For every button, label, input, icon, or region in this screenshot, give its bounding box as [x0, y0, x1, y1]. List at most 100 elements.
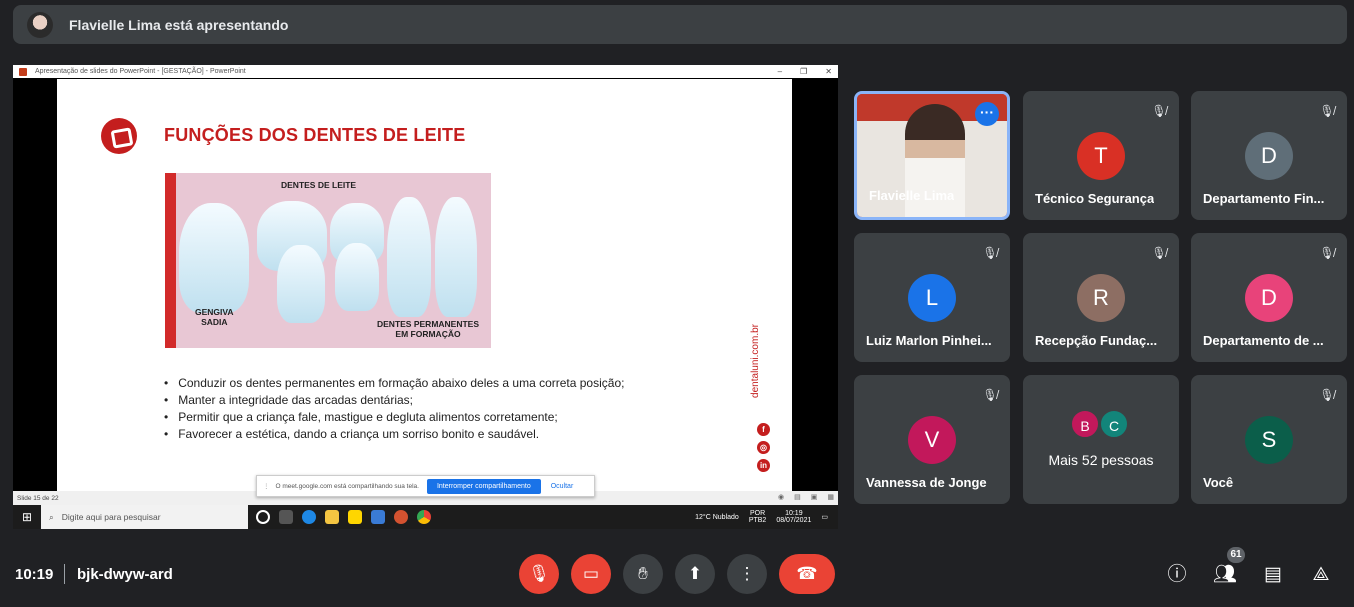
slide-counter: Slide 15 de 22: [17, 494, 59, 502]
search-icon: ⌕: [49, 511, 54, 522]
participant-name: Técnico Segurança: [1035, 191, 1155, 206]
hang-up-icon: ☎︎: [796, 564, 818, 583]
mic-off-icon: 🎙︎̸: [1319, 246, 1335, 260]
more-participants-tile[interactable]: B C Mais 52 pessoas: [1023, 375, 1179, 504]
activities-button[interactable]: ⟁: [1308, 562, 1334, 588]
weather-text: 12°C Nublado: [695, 513, 739, 521]
powerpoint-icon: [19, 67, 27, 76]
participant-count-badge: 61: [1227, 547, 1245, 563]
participant-name: Recepção Fundaç...: [1035, 333, 1158, 348]
present-icon: ⬆: [687, 564, 703, 583]
restore-icon: ❐: [800, 67, 808, 76]
avatar: D: [1245, 132, 1293, 180]
share-notice: ⋮ O meet.google.com está compartilhando …: [256, 475, 595, 497]
participant-tile-flavielle[interactable]: ··· Flavielle Lima: [854, 91, 1010, 220]
sticky-notes-icon: [348, 510, 362, 524]
more-people-label: Mais 52 pessoas: [1048, 452, 1154, 468]
view-icon: ▣: [810, 494, 818, 501]
participant-name: Você: [1203, 475, 1234, 490]
avatar: T: [1077, 132, 1125, 180]
website-text: dentaluni.com.br: [750, 324, 761, 398]
avatar: V: [908, 416, 956, 464]
participant-name: Vannessa de Jonge: [866, 475, 987, 490]
label-dentes-permanentes: DENTES PERMANENTES EM FORMAÇÃO: [377, 319, 480, 339]
camera-off-button[interactable]: ▭: [571, 554, 611, 594]
taskview-icon: [279, 510, 293, 524]
chat-icon: ▤: [1264, 564, 1282, 585]
present-button[interactable]: ⬆: [675, 554, 715, 594]
hand-icon: ✋︎: [638, 564, 648, 583]
presenting-text: Flavielle Lima está apresentando: [69, 16, 289, 33]
divider: [64, 564, 65, 584]
meeting-code: bjk-dwyw-ard: [77, 566, 173, 583]
slide-title: FUNÇÕES DOS DENTES DE LEITE: [164, 125, 466, 145]
system-clock: 10:19 08/07/2021: [776, 510, 812, 524]
avatar: L: [908, 274, 956, 322]
participant-name: Flavielle Lima: [869, 188, 955, 203]
more-options-button[interactable]: ⋮: [727, 554, 767, 594]
teeth-illustration: DENTES DE LEITE GENGIVA SADIA DENTES PER…: [165, 173, 491, 348]
more-vert-icon: ⋮: [738, 564, 756, 583]
avatar: D: [1245, 274, 1293, 322]
windows-start-icon: ⊞: [21, 510, 33, 524]
mic-off-button[interactable]: 🎙︎: [519, 554, 559, 594]
mic-off-icon: 🎙︎̸: [1151, 246, 1167, 260]
participant-tile[interactable]: 🎙︎̸ L Luiz Marlon Pinhei...: [854, 233, 1010, 362]
participant-tile[interactable]: 🎙︎̸ R Recepção Fundaç...: [1023, 233, 1179, 362]
chrome-icon: [417, 510, 431, 524]
hide-button: Ocultar: [550, 482, 574, 490]
presenting-banner: Flavielle Lima está apresentando: [13, 5, 1347, 44]
label-dentes-leite: DENTES DE LEITE: [281, 180, 357, 190]
notification-icon: ▭: [821, 514, 828, 521]
mic-off-icon: 🎙︎̸: [1319, 104, 1335, 118]
info-icon: ⓘ: [1167, 564, 1187, 585]
raise-hand-button[interactable]: ✋︎: [623, 554, 663, 594]
leave-call-button[interactable]: ☎︎: [779, 554, 835, 594]
taskbar-search: ⌕ Digite aqui para pesquisar: [41, 505, 248, 529]
language-indicator: POR PTB2: [748, 510, 767, 524]
mic-off-icon: 🎙︎̸: [1319, 388, 1335, 402]
people-button[interactable]: 👥︎: [1212, 562, 1238, 588]
drag-handle-icon: ⋮: [263, 483, 270, 490]
minimize-icon: –: [777, 67, 783, 76]
participant-tile[interactable]: 🎙︎̸ D Departamento Fin...: [1191, 91, 1347, 220]
avatar: B: [1070, 409, 1100, 439]
participant-tile[interactable]: 🎙︎̸ V Vannessa de Jonge: [854, 375, 1010, 504]
label-gengiva: GENGIVA SADIA: [195, 307, 234, 327]
avatar: C: [1099, 409, 1129, 439]
view-icon: ▦: [827, 494, 834, 501]
view-icon: ▤: [794, 494, 801, 501]
slide: FUNÇÕES DOS DENTES DE LEITE DENTES DE LE…: [57, 79, 792, 491]
powerpoint-taskbar-icon: [394, 510, 408, 524]
mic-off-icon: 🎙︎̸: [982, 246, 998, 260]
camera-off-icon: ▭: [582, 564, 600, 583]
avatar: S: [1245, 416, 1293, 464]
explorer-icon: [325, 510, 339, 524]
bullet-item: Favorecer a estética, dando a criança um…: [164, 426, 624, 443]
shared-screen: Apresentação de slides do PowerPoint - […: [13, 65, 838, 529]
participant-tile-self[interactable]: 🎙︎̸ S Você: [1191, 375, 1347, 504]
dentaluni-logo: [101, 118, 137, 154]
avatar: R: [1077, 274, 1125, 322]
meeting-details-button[interactable]: ⓘ: [1164, 562, 1190, 588]
presenter-avatar: [27, 11, 53, 38]
chat-button[interactable]: ▤: [1260, 562, 1286, 588]
powerpoint-titlebar: Apresentação de slides do PowerPoint - […: [13, 65, 838, 78]
window-title: Apresentação de slides do PowerPoint - […: [35, 68, 246, 75]
bullet-list: Conduzir os dentes permanentes em formaç…: [164, 375, 624, 443]
participant-tile[interactable]: 🎙︎̸ T Técnico Segurança: [1023, 91, 1179, 220]
close-icon: ✕: [825, 67, 832, 76]
mic-off-icon: 🎙︎̸: [1151, 104, 1167, 118]
participant-tile[interactable]: 🎙︎̸ D Departamento de ...: [1191, 233, 1347, 362]
edge-icon: [302, 510, 316, 524]
bullet-item: Conduzir os dentes permanentes em formaç…: [164, 375, 624, 392]
bullet-item: Manter a integridade das arcadas dentári…: [164, 392, 624, 409]
view-icon: ◉: [778, 494, 785, 501]
linkedin-icon: in: [757, 459, 770, 472]
more-options-icon[interactable]: ···: [975, 102, 999, 126]
participant-name: Luiz Marlon Pinhei...: [866, 333, 992, 348]
people-icon: 👥︎: [1212, 564, 1238, 585]
participant-name: Departamento de ...: [1203, 333, 1324, 348]
activities-icon: ⟁: [1312, 564, 1330, 585]
cortana-icon: [256, 510, 270, 524]
